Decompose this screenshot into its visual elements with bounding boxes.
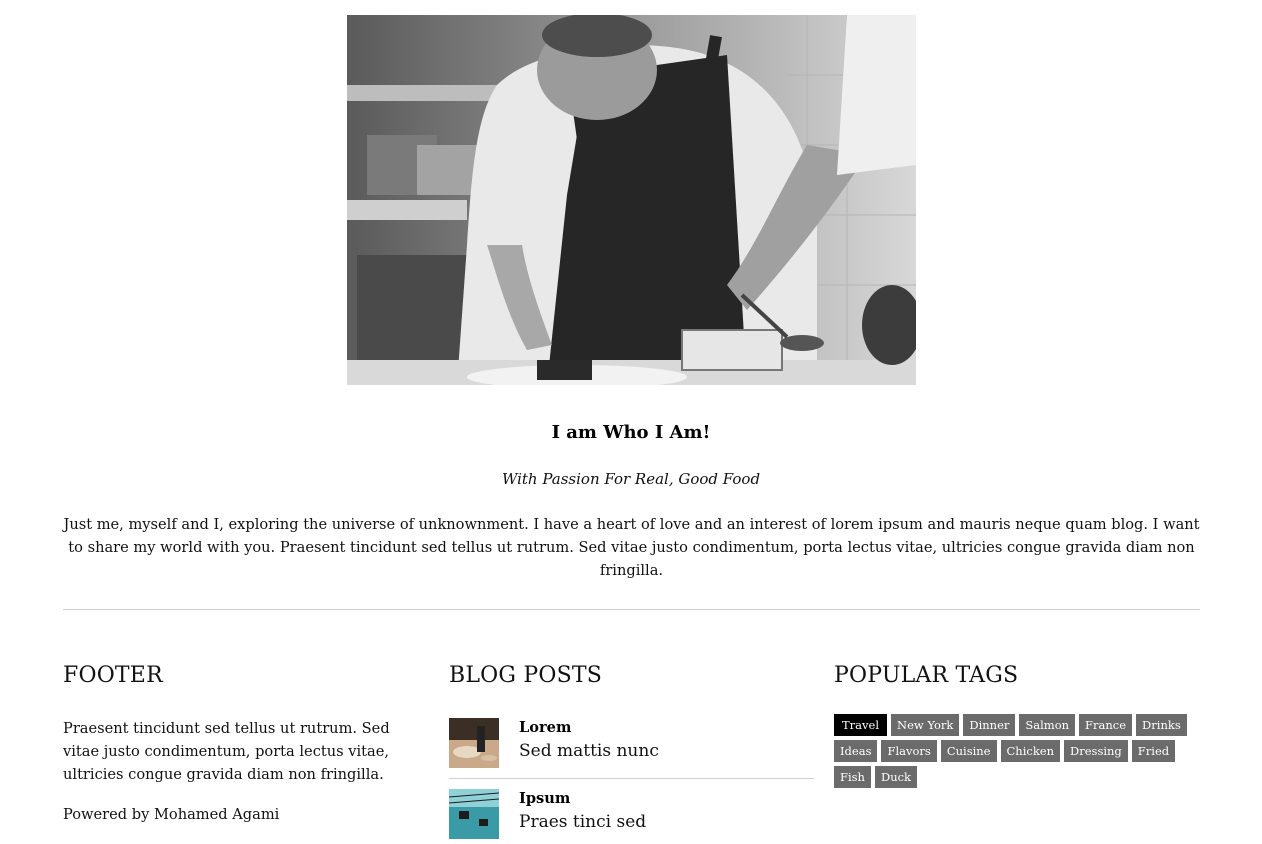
about-subtitle: With Passion For Real, Good Food [501,470,761,488]
tag-fish[interactable]: Fish [834,766,871,788]
tag-ideas[interactable]: Ideas [834,740,878,762]
footer-text: Praesent tincidunt sed tellus ut rutrum.… [63,720,390,783]
blog-post-item[interactable]: Lorem Sed mattis nunc [449,718,814,768]
tag-salmon[interactable]: Salmon [1019,714,1076,736]
footer-heading: FOOTER [63,663,163,688]
tag-chicken[interactable]: Chicken [1000,740,1061,762]
tag-travel[interactable]: Travel [834,714,888,736]
about-title: I am Who I Am! [551,422,711,443]
popular-tags-heading: POPULAR TAGS [834,663,1019,688]
tag-dinner[interactable]: Dinner [963,714,1016,736]
powered-by-text: Powered by Mohamed Agami [63,806,280,823]
chef-photo-illustration [347,15,916,385]
about-bio: Just me, myself and I, exploring the uni… [63,516,1200,579]
tag-cuisine[interactable]: Cuisine [940,740,997,762]
tag-duck[interactable]: Duck [874,766,918,788]
tag-cloud: Travel New York Dinner Salmon France Dri… [834,714,1204,788]
section-divider [63,609,1200,610]
post-thumbnail[interactable] [449,789,499,839]
blog-posts-heading: BLOG POSTS [449,663,603,688]
post-excerpt: Sed mattis nunc [519,741,659,761]
post-title[interactable]: Lorem [519,719,571,736]
post-thumbnail[interactable] [449,718,499,768]
hero-photo [347,15,916,385]
post-title[interactable]: Ipsum [519,790,570,807]
tag-dressing[interactable]: Dressing [1064,740,1128,762]
post-excerpt: Praes tinci sed [519,812,647,832]
tag-france[interactable]: France [1079,714,1133,736]
tag-new-york[interactable]: New York [891,714,960,736]
post-separator [449,778,814,779]
tag-drinks[interactable]: Drinks [1136,714,1187,736]
tag-fried[interactable]: Fried [1131,740,1176,762]
tag-flavors[interactable]: Flavors [881,740,937,762]
blog-post-item[interactable]: Ipsum Praes tinci sed [449,789,814,839]
